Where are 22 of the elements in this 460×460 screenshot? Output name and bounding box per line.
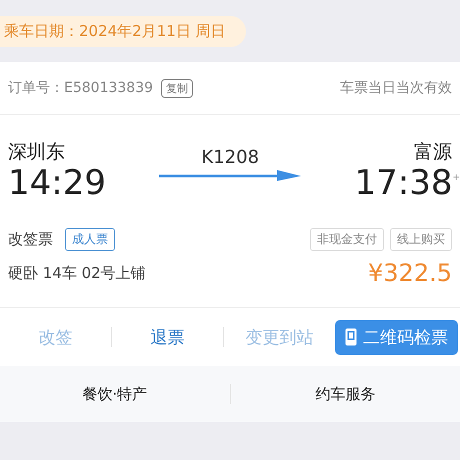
service-link[interactable]: 约车服务: [230, 384, 460, 405]
departure-station: 深圳东: [8, 140, 65, 165]
action-button[interactable]: 退票: [112, 324, 223, 350]
departure-time: 14:29: [8, 165, 106, 202]
ticket-price: ¥322.5: [368, 259, 452, 288]
service-link[interactable]: 餐饮·特产: [0, 384, 230, 405]
payment-tag: 线上购买: [390, 228, 452, 252]
qr-check-button[interactable]: 二维码检票: [335, 320, 458, 355]
train-number: K1208: [201, 147, 260, 168]
ticket-type: 改签票: [8, 230, 53, 250]
travel-date: 乘车日期：2024年2月11日 周日: [0, 16, 246, 46]
arrival-station: 富源: [414, 140, 452, 165]
day-offset-mark: +: [452, 173, 460, 183]
passenger-tag: 成人票: [65, 228, 115, 252]
arrow-icon: [159, 170, 302, 182]
phone-icon: [345, 328, 357, 346]
order-number: 订单号：E580133839: [8, 79, 154, 97]
seat-info: 硬卧 14车 02号上铺: [8, 264, 146, 283]
arrival-time: 17:38: [354, 165, 452, 202]
payment-tag: 非现金支付: [310, 228, 384, 252]
copy-button[interactable]: 复制: [161, 78, 194, 98]
validity-note: 车票当日当次有效: [340, 79, 452, 97]
